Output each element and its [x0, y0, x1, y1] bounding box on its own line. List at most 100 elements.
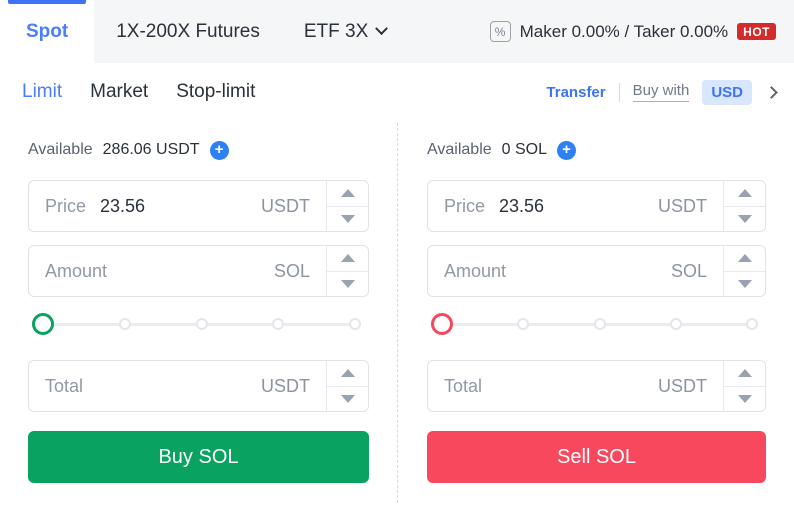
tab-stop-limit[interactable]: Stop-limit: [176, 81, 255, 103]
buy-amount-stepper: [326, 246, 368, 296]
buy-price-field[interactable]: Price 23.56 USDT: [28, 180, 369, 232]
sell-amount-unit: SOL: [670, 260, 707, 281]
sell-price-step-down[interactable]: [724, 205, 765, 232]
tab-futures[interactable]: 1X-200X Futures: [94, 0, 282, 63]
sell-amount-field[interactable]: Amount SOL: [427, 245, 766, 297]
buy-slider-handle[interactable]: [32, 313, 54, 335]
sell-total-label: Total: [444, 375, 483, 396]
buy-amount-step-up[interactable]: [327, 246, 368, 271]
tab-etf-label: ETF 3X: [303, 20, 369, 42]
fee-info: % Maker 0.00% / Taker 0.00% HOT: [489, 0, 794, 63]
sell-slider-handle[interactable]: [431, 313, 453, 335]
currency-selector-usd[interactable]: USD: [702, 79, 752, 105]
sell-total-field[interactable]: Total USDT: [427, 360, 766, 412]
order-type-tabs: Limit Market Stop-limit: [22, 81, 255, 103]
buy-available-label: Available: [28, 141, 93, 158]
sell-slider-ticks: [441, 318, 758, 330]
buy-amount-field[interactable]: Amount SOL: [28, 245, 369, 297]
sell-amount-input[interactable]: Amount SOL: [428, 246, 723, 296]
percent-icon: %: [489, 21, 511, 42]
triangle-up-icon: [737, 189, 752, 198]
triangle-up-icon: [340, 369, 355, 378]
sell-slider-tick-100[interactable]: [746, 318, 758, 330]
buy-total-unit: USDT: [261, 375, 310, 396]
buy-submit-button[interactable]: Buy SOL: [28, 431, 369, 483]
sell-percent-slider[interactable]: [427, 301, 766, 347]
buy-amount-step-down[interactable]: [327, 270, 368, 297]
sell-amount-step-up[interactable]: [724, 246, 765, 271]
sell-add-funds-button[interactable]: +: [557, 140, 576, 160]
sell-total-input[interactable]: Total USDT: [428, 361, 723, 411]
sell-submit-button[interactable]: Sell SOL: [427, 431, 766, 483]
sell-available-value: 0 SOL: [501, 141, 547, 158]
buy-slider-tick-50[interactable]: [195, 318, 208, 330]
buy-total-label: Total: [45, 375, 84, 396]
sell-price-value: 23.56: [499, 195, 545, 216]
buy-price-value: 23.56: [100, 195, 146, 216]
sell-price-field[interactable]: Price 23.56 USDT: [427, 180, 766, 232]
sell-price-stepper: [723, 181, 765, 231]
sell-total-step-down[interactable]: [724, 385, 765, 412]
buy-slider-tick-100[interactable]: [349, 318, 361, 330]
sell-amount-step-down[interactable]: [724, 270, 765, 297]
triangle-down-icon: [737, 214, 752, 223]
market-type-tabs: Spot 1X-200X Futures ETF 3X: [0, 0, 408, 63]
sell-available-label: Available: [427, 141, 492, 158]
triangle-up-icon: [340, 189, 355, 198]
buy-price-step-down[interactable]: [327, 205, 368, 232]
sell-price-input[interactable]: Price 23.56 USDT: [428, 181, 723, 231]
chevron-right-icon[interactable]: [765, 85, 778, 99]
buy-add-funds-button[interactable]: +: [209, 140, 229, 160]
buy-price-label: Price: [45, 195, 87, 216]
buy-panel: Available 286.06 USDT + Price 23.56 USDT…: [0, 121, 397, 513]
toolbar-divider: [618, 82, 620, 102]
buy-price-input[interactable]: Price 23.56 USDT: [29, 181, 326, 231]
buy-available-value: 286.06 USDT: [102, 141, 200, 158]
triangle-up-icon: [737, 254, 752, 263]
tab-etf[interactable]: ETF 3X: [282, 0, 408, 63]
sell-slider-tick-75[interactable]: [669, 318, 682, 330]
buy-slider-ticks: [42, 318, 361, 330]
tab-spot-label: Spot: [26, 20, 69, 42]
buy-with-label[interactable]: Buy with: [632, 82, 690, 102]
buy-total-input[interactable]: Total USDT: [29, 361, 326, 411]
chevron-down-icon: [375, 22, 389, 36]
sell-panel: Available 0 SOL + Price 23.56 USDT Amoun…: [397, 121, 794, 513]
sell-available-row: Available 0 SOL +: [427, 133, 766, 167]
toolbar-actions: Transfer Buy with USD: [546, 79, 778, 105]
buy-slider-tick-75[interactable]: [272, 318, 285, 330]
buy-percent-slider[interactable]: [28, 301, 369, 347]
buy-slider-tick-25[interactable]: [118, 318, 131, 330]
sell-total-stepper: [723, 361, 765, 411]
sell-price-label: Price: [444, 195, 486, 216]
tab-limit[interactable]: Limit: [22, 81, 62, 103]
buy-amount-input[interactable]: Amount SOL: [29, 246, 326, 296]
buy-price-step-up[interactable]: [327, 181, 368, 206]
sell-slider-tick-25[interactable]: [517, 318, 530, 330]
sell-slider-tick-50[interactable]: [593, 318, 606, 330]
tab-spot[interactable]: Spot: [0, 0, 95, 63]
triangle-down-icon: [340, 214, 355, 223]
buy-amount-label: Amount: [45, 260, 108, 281]
buy-amount-unit: SOL: [273, 260, 310, 281]
hot-badge: HOT: [737, 23, 776, 40]
buy-total-stepper: [326, 361, 368, 411]
triangle-down-icon: [737, 279, 752, 288]
sell-total-step-up[interactable]: [724, 361, 765, 386]
triangle-down-icon: [340, 394, 355, 403]
buy-price-stepper: [326, 181, 368, 231]
tab-market[interactable]: Market: [90, 81, 148, 103]
sell-price-step-up[interactable]: [724, 181, 765, 206]
sell-total-unit: USDT: [658, 375, 707, 396]
panel-divider: [397, 123, 398, 503]
buy-total-field[interactable]: Total USDT: [28, 360, 369, 412]
sell-amount-stepper: [723, 246, 765, 296]
trade-panels: Available 286.06 USDT + Price 23.56 USDT…: [0, 121, 794, 513]
buy-total-step-down[interactable]: [327, 385, 368, 412]
buy-price-unit: USDT: [261, 195, 310, 216]
buy-available-row: Available 286.06 USDT +: [28, 133, 369, 167]
buy-total-step-up[interactable]: [327, 361, 368, 386]
transfer-link[interactable]: Transfer: [546, 84, 605, 101]
triangle-up-icon: [340, 254, 355, 263]
sell-amount-label: Amount: [444, 260, 507, 281]
